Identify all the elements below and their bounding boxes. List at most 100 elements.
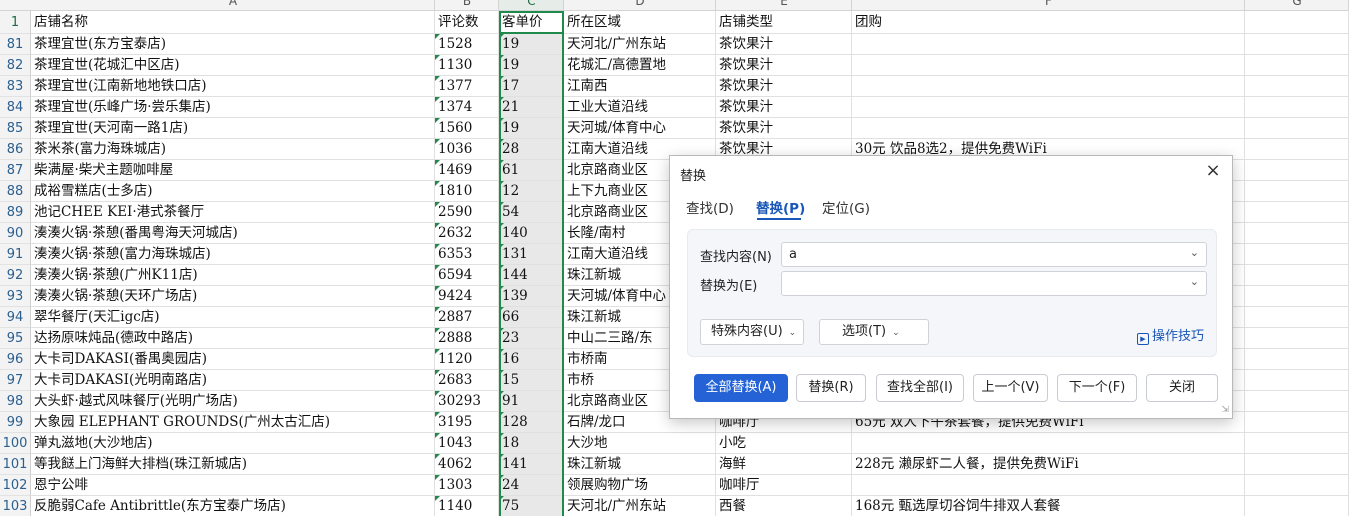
cell-a-name[interactable]: 恩宁公啡 — [31, 475, 435, 496]
cell-g-empty[interactable] — [1245, 307, 1349, 328]
column-header-b[interactable]: B — [435, 0, 499, 11]
cell-b-reviews[interactable]: 2632 — [435, 223, 499, 244]
cell-c-price[interactable]: 140 — [499, 223, 564, 244]
cell-f-deal[interactable] — [852, 97, 1245, 118]
replace-button[interactable]: 替换(R) — [796, 374, 866, 402]
cell-b-reviews[interactable]: 2590 — [435, 202, 499, 223]
cell-b-reviews[interactable]: 6353 — [435, 244, 499, 265]
row-header[interactable]: 84 — [0, 97, 31, 118]
cell-g-empty[interactable] — [1245, 349, 1349, 370]
cell-a-name[interactable]: 茶米茶(富力海珠城店) — [31, 139, 435, 160]
cell-g-empty[interactable] — [1245, 118, 1349, 139]
row-header[interactable]: 85 — [0, 118, 31, 139]
row-header[interactable]: 82 — [0, 55, 31, 76]
row-header[interactable]: 87 — [0, 160, 31, 181]
column-header-d[interactable]: D — [564, 0, 716, 11]
header-cell-f[interactable]: 团购 — [852, 11, 1245, 34]
cell-d-area[interactable]: 花城汇/高德置地 — [564, 55, 716, 76]
cell-b-reviews[interactable]: 1374 — [435, 97, 499, 118]
close-icon[interactable]: × — [1204, 162, 1222, 180]
cell-a-name[interactable]: 大头虾·越式风味餐厅(光明广场店) — [31, 391, 435, 412]
cell-d-area[interactable]: 大沙地 — [564, 433, 716, 454]
cell-g-empty[interactable] — [1245, 139, 1349, 160]
cell-d-area[interactable]: 天河北/广州东站 — [564, 496, 716, 516]
cell-g-empty[interactable] — [1245, 391, 1349, 412]
row-header[interactable]: 98 — [0, 391, 31, 412]
cell-e-type[interactable]: 茶饮果汁 — [716, 55, 852, 76]
select-all-corner[interactable] — [0, 0, 31, 11]
cell-a-name[interactable]: 茶理宜世(江南新地地铁口店) — [31, 76, 435, 97]
cell-b-reviews[interactable]: 9424 — [435, 286, 499, 307]
row-header[interactable]: 89 — [0, 202, 31, 223]
row-header[interactable]: 103 — [0, 496, 31, 516]
column-header-g[interactable]: G — [1245, 0, 1349, 11]
cell-a-name[interactable]: 湊湊火锅·茶憩(广州K11店) — [31, 265, 435, 286]
tab-goto[interactable]: 定位(G) — [822, 197, 870, 217]
cell-d-area[interactable]: 天河北/广州东站 — [564, 34, 716, 55]
cell-b-reviews[interactable]: 1140 — [435, 496, 499, 516]
options-dropdown[interactable]: 选项(T) ⌄ — [819, 319, 929, 345]
cell-a-name[interactable]: 大象园 ELEPHANT GROUNDS(广州太古汇店) — [31, 412, 435, 433]
cell-d-area[interactable]: 领展购物广场 — [564, 475, 716, 496]
cell-b-reviews[interactable]: 1810 — [435, 181, 499, 202]
cell-e-type[interactable]: 西餐 — [716, 496, 852, 516]
row-header[interactable]: 83 — [0, 76, 31, 97]
cell-g-empty[interactable] — [1245, 160, 1349, 181]
cell-a-name[interactable]: 反脆弱Cafe Antibrittle(东方宝泰广场店) — [31, 496, 435, 516]
cell-g-empty[interactable] — [1245, 34, 1349, 55]
previous-button[interactable]: 上一个(V) — [973, 374, 1048, 402]
cell-c-price[interactable]: 23 — [499, 328, 564, 349]
cell-a-name[interactable]: 翠华餐厅(天汇igc店) — [31, 307, 435, 328]
cell-c-price[interactable]: 128 — [499, 412, 564, 433]
cell-d-area[interactable]: 天河城/体育中心 — [564, 118, 716, 139]
cell-c-price[interactable]: 12 — [499, 181, 564, 202]
row-header[interactable]: 81 — [0, 34, 31, 55]
cell-c-price[interactable]: 21 — [499, 97, 564, 118]
cell-a-name[interactable]: 茶理宜世(天河南一路1店) — [31, 118, 435, 139]
find-input[interactable]: a ⌄ — [781, 242, 1207, 267]
cell-a-name[interactable]: 茶理宜世(乐峰广场·尝乐集店) — [31, 97, 435, 118]
cell-g-empty[interactable] — [1245, 244, 1349, 265]
cell-b-reviews[interactable]: 1528 — [435, 34, 499, 55]
column-header-f[interactable]: F — [852, 0, 1245, 11]
column-header-e[interactable]: E — [716, 0, 852, 11]
cell-d-area[interactable]: 江南西 — [564, 76, 716, 97]
cell-a-name[interactable]: 湊湊火锅·茶憩(富力海珠城店) — [31, 244, 435, 265]
cell-a-name[interactable]: 成裕雪糕店(士多店) — [31, 181, 435, 202]
cell-c-price[interactable]: 17 — [499, 76, 564, 97]
chevron-down-icon[interactable]: ⌄ — [1190, 246, 1199, 259]
row-header[interactable]: 101 — [0, 454, 31, 475]
cell-c-price[interactable]: 144 — [499, 265, 564, 286]
cell-b-reviews[interactable]: 4062 — [435, 454, 499, 475]
cell-a-name[interactable]: 弹丸滋地(大沙地店) — [31, 433, 435, 454]
tab-replace[interactable]: 替换(P) — [756, 197, 805, 217]
cell-b-reviews[interactable]: 3195 — [435, 412, 499, 433]
find-all-button[interactable]: 查找全部(I) — [876, 374, 964, 402]
cell-f-deal[interactable]: 228元 濑尿虾二人餐，提供免费WiFi — [852, 454, 1245, 475]
cell-d-area[interactable]: 工业大道沿线 — [564, 97, 716, 118]
column-header-c[interactable]: C — [499, 0, 564, 11]
cell-b-reviews[interactable]: 2888 — [435, 328, 499, 349]
row-header[interactable]: 90 — [0, 223, 31, 244]
cell-e-type[interactable]: 茶饮果汁 — [716, 97, 852, 118]
row-header[interactable]: 91 — [0, 244, 31, 265]
cell-f-deal[interactable] — [852, 76, 1245, 97]
cell-b-reviews[interactable]: 1036 — [435, 139, 499, 160]
cell-c-price[interactable]: 61 — [499, 160, 564, 181]
row-header[interactable]: 1 — [0, 11, 31, 34]
cell-f-deal[interactable] — [852, 475, 1245, 496]
cell-c-price[interactable]: 19 — [499, 118, 564, 139]
column-header-a[interactable]: A — [31, 0, 435, 11]
cell-f-deal[interactable] — [852, 433, 1245, 454]
cell-e-type[interactable]: 茶饮果汁 — [716, 118, 852, 139]
cell-b-reviews[interactable]: 6594 — [435, 265, 499, 286]
row-header[interactable]: 86 — [0, 139, 31, 160]
cell-c-price[interactable]: 18 — [499, 433, 564, 454]
cell-c-price[interactable]: 91 — [499, 391, 564, 412]
cell-g-empty[interactable] — [1245, 328, 1349, 349]
cell-c-price[interactable]: 15 — [499, 370, 564, 391]
cell-b-reviews[interactable]: 1130 — [435, 55, 499, 76]
row-header[interactable]: 96 — [0, 349, 31, 370]
cell-g-empty[interactable] — [1245, 181, 1349, 202]
cell-c-price[interactable]: 28 — [499, 139, 564, 160]
